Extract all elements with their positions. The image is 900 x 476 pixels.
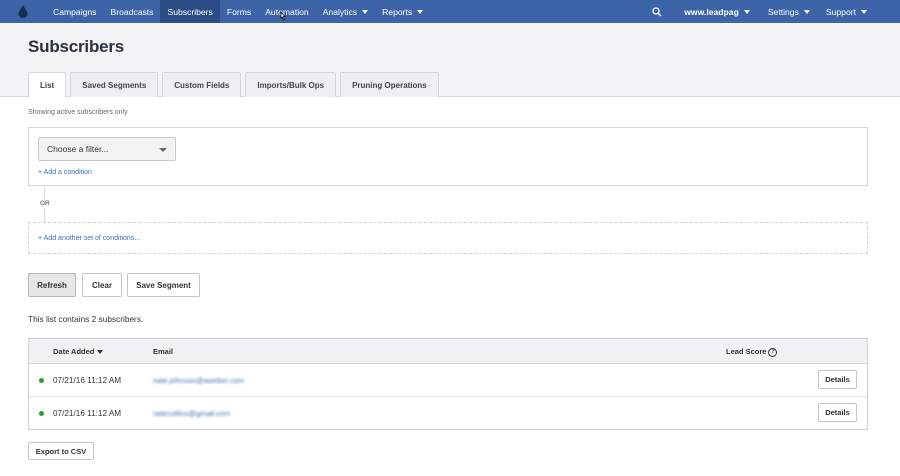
details-button[interactable]: Details [818,403,857,422]
nav-reports[interactable]: Reports [375,0,430,23]
page-header: Subscribers List Saved Segments Custom F… [0,23,900,98]
chevron-down-icon [803,9,810,14]
nav-forms[interactable]: Forms [220,0,258,23]
page-title: Subscribers [28,37,125,56]
nav-analytics-label: Analytics [322,6,358,17]
column-date-added-label: Date Added [53,347,95,356]
nav-subscribers[interactable]: Subscribers [160,0,220,23]
add-condition-link[interactable]: + Add a condition [38,169,92,176]
filter-condition-box: Choose a filter... + Add a condition [28,127,868,186]
clear-button[interactable]: Clear [82,273,122,297]
subscriber-count: This list contains 2 subscribers. [28,314,144,324]
chevron-down-icon [362,9,369,14]
nav-settings[interactable]: Settings [760,0,818,23]
tab-bar: List Saved Segments Custom Fields Import… [28,72,443,98]
chevron-down-icon [159,148,167,152]
support-label: Support [825,6,856,17]
aweber-logo-icon[interactable] [0,0,46,23]
refresh-button[interactable]: Refresh [28,273,76,297]
showing-note: Showing active subscribers only [28,109,128,116]
row-date: 07/21/16 11:12 AM [53,409,122,418]
help-icon[interactable]: ? [768,347,778,357]
nav-broadcasts[interactable]: Broadcasts [103,0,160,23]
chevron-down-icon [743,9,750,14]
table-header: Date Added Email Lead Score? [29,339,867,364]
filter-select-value: Choose a filter... [47,144,109,154]
search-icon [652,6,662,16]
tab-list[interactable]: List [28,72,67,98]
save-segment-button[interactable]: Save Segment [127,273,200,297]
tab-custom-fields[interactable]: Custom Fields [162,72,242,97]
table-row: 07/21/16 11:12 AM nate.johnson@aweber.co… [29,364,867,397]
mouse-cursor-icon [280,11,286,21]
account-label: www.leadpag [684,6,739,17]
or-label: OR [38,199,52,208]
column-email: Email [153,347,174,356]
tab-imports-bulk-ops[interactable]: Imports/Bulk Ops [245,72,337,97]
row-email[interactable]: natecollins@gmail.com [153,409,230,418]
add-condition-set-link[interactable]: + Add another set of conditions... [38,235,140,242]
settings-label: Settings [767,6,799,17]
tab-saved-segments[interactable]: Saved Segments [70,72,159,97]
row-date: 07/21/16 11:12 AM [53,376,122,385]
active-status-dot [39,411,44,416]
chevron-down-icon [861,9,867,14]
column-lead-score-label: Lead Score [726,347,767,356]
subscriber-table: Date Added Email Lead Score? 07/21/16 11… [28,338,868,430]
nav-automation[interactable]: Automation [258,0,315,23]
search-button[interactable] [640,0,674,23]
row-email[interactable]: nate.johnson@aweber.com [153,376,244,385]
nav-analytics[interactable]: Analytics [316,0,375,23]
account-menu[interactable]: www.leadpag [674,0,760,23]
column-date-added[interactable]: Date Added [53,347,104,356]
filter-select[interactable]: Choose a filter... [38,137,176,161]
nav-reports-label: Reports [382,6,413,17]
chevron-down-icon [417,9,424,14]
table-row: 07/21/16 11:12 AM natecollins@gmail.com … [29,397,867,430]
column-lead-score: Lead Score? [726,347,778,357]
export-csv-button[interactable]: Export to CSV [28,442,94,460]
sort-desc-icon [97,350,104,355]
details-button[interactable]: Details [818,370,857,389]
nav-support[interactable]: Support [818,0,900,23]
tab-pruning-operations[interactable]: Pruning Operations [340,72,439,97]
active-status-dot [39,378,44,383]
additional-conditions-box: + Add another set of conditions... [28,222,868,254]
nav-right: www.leadpag Settings Support [640,0,900,23]
top-nav: Campaigns Broadcasts Subscribers Forms A… [0,0,900,23]
nav-campaigns[interactable]: Campaigns [46,0,103,23]
